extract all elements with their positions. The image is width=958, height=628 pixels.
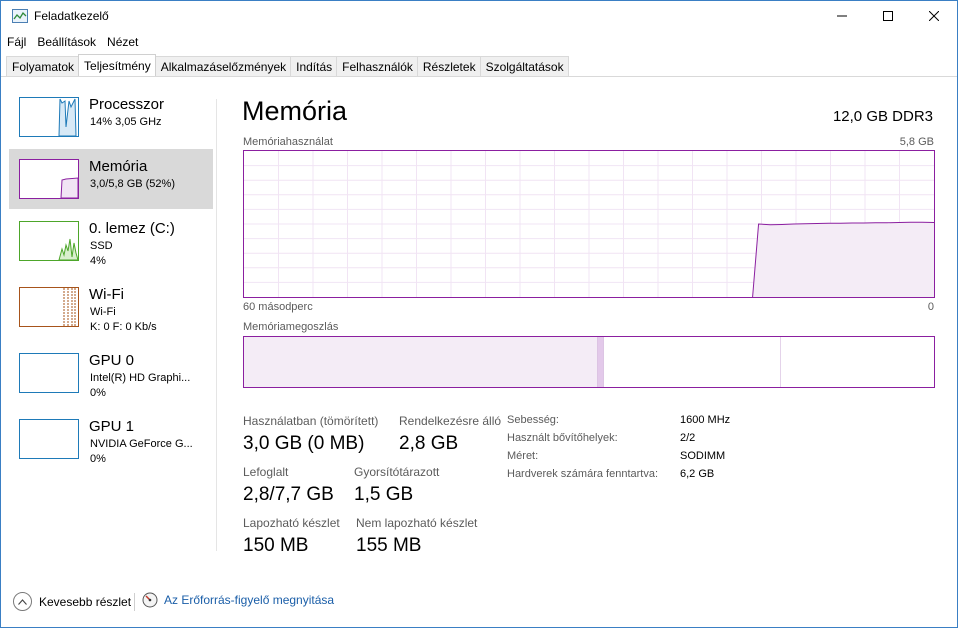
sidebar-item-title: Processzor <box>89 96 165 113</box>
minimize-button[interactable] <box>819 1 865 31</box>
sidebar-item-detail: K: 0 F: 0 Kb/s <box>90 321 157 333</box>
sidebar-item-detail: 3,0/5,8 GB (52%) <box>90 178 175 190</box>
maximize-icon <box>883 11 893 21</box>
open-resource-monitor-link[interactable]: Az Erőforrás-figyelő megnyitása <box>142 592 334 608</box>
sidebar-item-title: 0. lemez (C:) <box>89 220 175 237</box>
memory-usage-area <box>752 222 934 297</box>
sidebar-item-detail: 14% 3,05 GHz <box>90 116 162 128</box>
gpu1-thumbnail-graph <box>19 419 79 459</box>
window-title: Feladatkezelő <box>34 9 109 23</box>
composition-free <box>780 337 934 387</box>
composition-modified <box>597 337 604 387</box>
speed-value: 1600 MHz <box>680 414 731 426</box>
sidebar-item-detail: 0% <box>90 387 106 399</box>
task-manager-window: Feladatkezelő Fájl Beállítások Nézet Fol… <box>0 0 958 628</box>
page-title: Memória <box>242 96 348 126</box>
menu-options[interactable]: Beállítások <box>31 32 101 52</box>
menu-bar: Fájl Beállítások Nézet <box>1 32 143 52</box>
usage-graph-label: Memóriahasználat <box>243 136 333 148</box>
tab-users[interactable]: Felhasználók <box>336 56 418 76</box>
title-bar[interactable]: Feladatkezelő <box>1 1 957 31</box>
tab-app-history[interactable]: Alkalmazáselőzmények <box>154 56 292 76</box>
speed-label: Sebesség: <box>507 414 559 426</box>
graph-x-right-label: 0 <box>927 301 934 313</box>
hardware-reserved-label: Hardverek számára fenntartva: <box>507 468 659 480</box>
usage-graph-max: 5,8 GB <box>899 136 934 148</box>
chevron-up-icon <box>13 592 32 611</box>
committed-label: Lefoglalt <box>243 465 289 479</box>
cached-label: Gyorsítótárazott <box>354 465 440 479</box>
form-factor-label: Méret: <box>507 450 539 462</box>
sidebar-item-detail: SSD <box>90 240 113 252</box>
memory-spec: 12,0 GB DDR3 <box>832 108 933 125</box>
close-icon <box>929 11 939 21</box>
memory-thumbnail-graph <box>19 159 79 199</box>
in-use-label: Használatban (tömörített) <box>243 414 379 428</box>
fewer-details-button[interactable]: Kevesebb részlet <box>13 592 131 611</box>
sidebar-item-disk[interactable]: 0. lemez (C:) SSD 4% <box>9 211 213 271</box>
paged-pool-label: Lapozható készlet <box>243 516 340 530</box>
fewer-details-label: Kevesebb részlet <box>39 594 132 609</box>
sidebar-item-gpu0[interactable]: GPU 0 Intel(R) HD Graphi... 0% <box>9 343 213 403</box>
sidebar-item-detail: Intel(R) HD Graphi... <box>90 372 191 384</box>
slots-used-value: 2/2 <box>680 432 696 444</box>
sidebar-item-title: GPU 1 <box>89 418 135 435</box>
nonpaged-pool-label: Nem lapozható készlet <box>356 516 478 530</box>
sidebar-item-detail: 0% <box>90 453 106 465</box>
cached-value: 1,5 GB <box>354 484 414 505</box>
slots-used-label: Használt bővítőhelyek: <box>507 432 618 444</box>
tab-processes[interactable]: Folyamatok <box>6 56 80 76</box>
sidebar-item-gpu1[interactable]: GPU 1 NVIDIA GeForce G... 0% <box>9 409 213 469</box>
sidebar-item-title: Memória <box>89 158 148 175</box>
memory-composition-bar <box>243 336 935 388</box>
in-use-value: 3,0 GB (0 MB) <box>243 433 365 454</box>
sidebar-item-cpu[interactable]: Processzor 14% 3,05 GHz <box>9 87 213 147</box>
tab-startup[interactable]: Indítás <box>290 56 338 76</box>
graph-x-left-label: 60 másodperc <box>243 301 313 313</box>
sidebar-item-detail: Wi-Fi <box>90 306 116 318</box>
paged-pool-value: 150 MB <box>243 535 309 556</box>
menu-file[interactable]: Fájl <box>1 32 31 52</box>
memory-usage-graph <box>243 150 935 298</box>
menu-view[interactable]: Nézet <box>101 32 143 52</box>
disk-thumbnail-graph <box>19 221 79 261</box>
sidebar-divider <box>216 99 217 551</box>
resource-monitor-icon <box>142 592 158 608</box>
available-label: Rendelkezésre álló <box>399 414 502 428</box>
maximize-button[interactable] <box>865 1 911 31</box>
performance-sidebar: Processzor 14% 3,05 GHz Memória 3,0/5,8 … <box>9 87 213 557</box>
footer-separator <box>134 593 135 611</box>
nonpaged-pool-value: 155 MB <box>356 535 422 556</box>
resource-monitor-label: Az Erőforrás-figyelő megnyitása <box>164 593 335 607</box>
gpu0-thumbnail-graph <box>19 353 79 393</box>
sidebar-item-detail: 4% <box>90 255 106 267</box>
sidebar-item-detail: NVIDIA GeForce G... <box>90 438 193 450</box>
sidebar-item-wifi[interactable]: Wi-Fi Wi-Fi K: 0 F: 0 Kb/s <box>9 277 213 337</box>
cpu-thumbnail-graph <box>19 97 79 137</box>
minimize-icon <box>837 15 847 17</box>
composition-label: Memóriamegoszlás <box>243 321 339 333</box>
close-button[interactable] <box>911 1 957 31</box>
hardware-reserved-value: 6,2 GB <box>680 468 715 480</box>
sidebar-item-memory[interactable]: Memória 3,0/5,8 GB (52%) <box>9 149 213 209</box>
committed-value: 2,8/7,7 GB <box>243 484 334 505</box>
composition-standby <box>603 337 781 387</box>
form-factor-value: SODIMM <box>680 450 726 462</box>
tab-services[interactable]: Szolgáltatások <box>479 56 569 76</box>
sidebar-item-title: GPU 0 <box>89 352 135 369</box>
tab-strip: Folyamatok Teljesítmény Alkalmazáselőzmé… <box>6 54 569 77</box>
sidebar-item-title: Wi-Fi <box>89 286 124 303</box>
wifi-thumbnail-graph <box>19 287 79 327</box>
tab-details[interactable]: Részletek <box>416 56 481 76</box>
available-value: 2,8 GB <box>399 433 459 454</box>
task-manager-app-icon <box>12 9 28 23</box>
composition-in-use <box>244 337 598 387</box>
tab-performance[interactable]: Teljesítmény <box>78 54 156 76</box>
